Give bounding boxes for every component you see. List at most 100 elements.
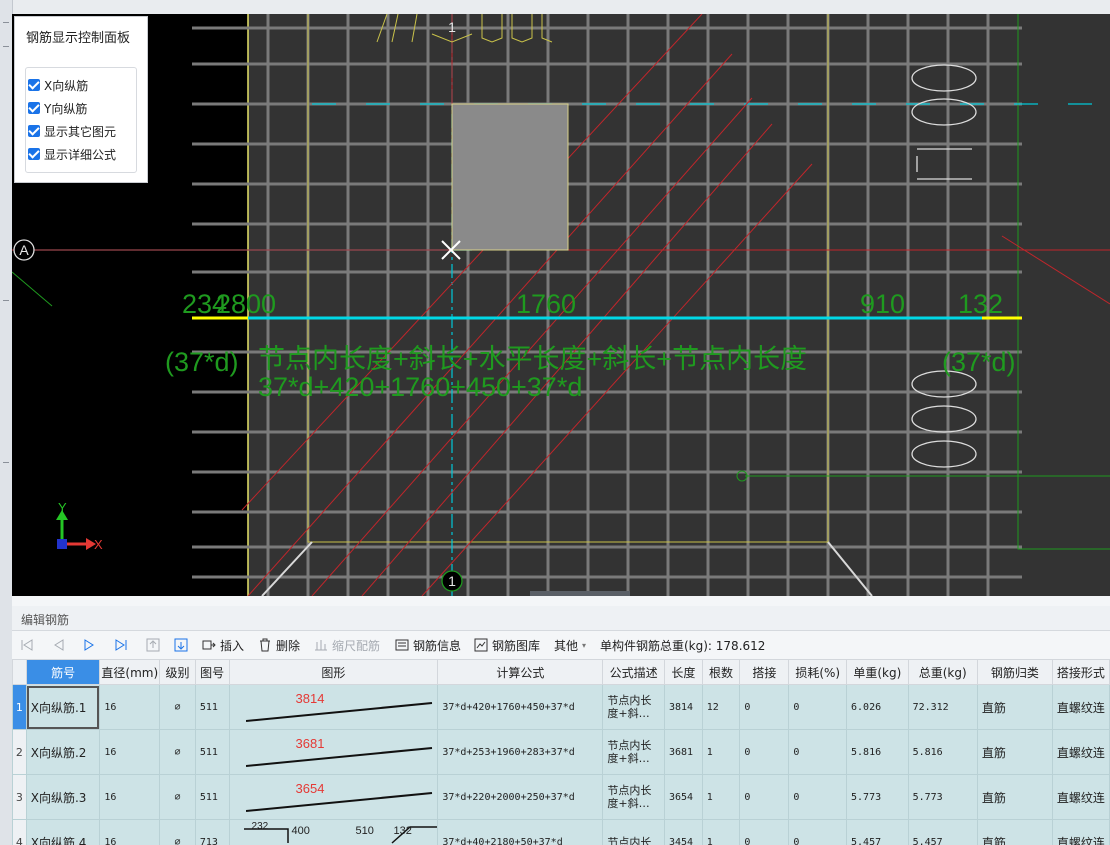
cell-description[interactable]: 节点内长度+斜…	[602, 684, 665, 730]
cad-viewport[interactable]: A 1 1 234 2800 1760 910 132 (37*d) (37*d…	[12, 14, 1110, 596]
scale-rebar-button[interactable]: 缩尺配筋	[314, 636, 380, 654]
cell-total-weight[interactable]: 5.816	[907, 729, 978, 775]
cell-loss[interactable]: 0	[788, 819, 848, 845]
col-header[interactable]: 级别	[159, 659, 196, 685]
checkbox-checked-icon[interactable]	[28, 148, 40, 160]
prev-button[interactable]	[52, 636, 66, 654]
cell-figure-no[interactable]: 511	[194, 684, 230, 730]
cell-lap[interactable]: 0	[739, 819, 790, 845]
cell-bar-name[interactable]: X向纵筋.2	[25, 729, 101, 775]
col-header[interactable]: 公式描述	[602, 659, 665, 685]
cell-category[interactable]: 直筋	[976, 774, 1053, 820]
col-header[interactable]: 筋号	[25, 659, 101, 685]
col-header[interactable]: 图号	[194, 659, 230, 685]
cell-lap-type[interactable]: 直螺纹连	[1051, 774, 1110, 820]
cell-bar-name[interactable]: X向纵筋.4	[25, 819, 101, 845]
cell-grade[interactable]: ⌀	[159, 684, 196, 730]
cell-unit-weight[interactable]: 5.773	[846, 774, 909, 820]
cell-formula[interactable]: 37*d+220+2000+250+37*d	[437, 774, 604, 820]
cell-description[interactable]: 节点内长	[602, 819, 665, 845]
table-row[interactable]: 3 X向纵筋.3 16 ⌀ 511 3654 37*d+220+2000+250…	[12, 774, 1110, 820]
cell-formula[interactable]: 37*d+420+1760+450+37*d	[437, 684, 604, 730]
cell-figure-no[interactable]: 713	[194, 819, 230, 845]
option-y-rebar[interactable]: Y向纵筋	[28, 99, 87, 117]
cell-bar-name[interactable]: X向纵筋.1	[25, 684, 101, 730]
col-header[interactable]: 根数	[701, 659, 741, 685]
insert-button[interactable]: 插入	[202, 636, 244, 654]
cell-unit-weight[interactable]: 5.816	[846, 729, 909, 775]
cell-lap-type[interactable]: 直螺纹连	[1051, 684, 1110, 730]
col-header[interactable]: 单重(kg)	[846, 659, 909, 685]
cell-description[interactable]: 节点内长度+斜…	[602, 729, 665, 775]
cell-loss[interactable]: 0	[788, 729, 848, 775]
col-header[interactable]: 损耗(%)	[788, 659, 848, 685]
cell-category[interactable]: 直筋	[976, 819, 1053, 845]
checkbox-checked-icon[interactable]	[28, 102, 40, 114]
other-dropdown[interactable]: 其他 ▾	[554, 636, 586, 654]
rebar-library-button[interactable]: 钢筋图库	[474, 636, 540, 654]
cell-grade[interactable]: ⌀	[159, 729, 196, 775]
col-header[interactable]: 计算公式	[437, 659, 604, 685]
cell-bar-name[interactable]: X向纵筋.3	[25, 774, 101, 820]
cell-diameter[interactable]: 16	[99, 774, 161, 820]
col-header[interactable]: 钢筋归类	[976, 659, 1053, 685]
col-header[interactable]: 搭接形式	[1051, 659, 1110, 685]
cell-category[interactable]: 直筋	[976, 729, 1053, 775]
cell-total-weight[interactable]: 72.312	[907, 684, 978, 730]
table-row[interactable]: 1 X向纵筋.1 16 ⌀ 511 3814 37*d+420+1760+450…	[12, 684, 1110, 730]
col-header[interactable]: 图形	[228, 659, 439, 685]
rebar-info-button[interactable]: 钢筋信息	[395, 636, 461, 654]
cell-figure-no[interactable]: 511	[194, 774, 230, 820]
first-button[interactable]	[20, 636, 34, 654]
cell-lap-type[interactable]: 直螺纹连	[1051, 729, 1110, 775]
cell-count[interactable]: 1	[701, 729, 741, 775]
cell-total-weight[interactable]: 5.457	[907, 819, 978, 845]
cell-shape[interactable]: 232 400 510 132	[228, 819, 439, 845]
cell-shape[interactable]: 3654	[228, 774, 439, 820]
cell-diameter[interactable]: 16	[99, 729, 161, 775]
cell-total-weight[interactable]: 5.773	[907, 774, 978, 820]
table-row[interactable]: 2 X向纵筋.2 16 ⌀ 511 3681 37*d+253+1960+283…	[12, 729, 1110, 775]
cell-count[interactable]: 1	[701, 774, 741, 820]
cell-category[interactable]: 直筋	[976, 684, 1053, 730]
row-number[interactable]: 2	[12, 729, 27, 775]
cell-lap[interactable]: 0	[739, 729, 790, 775]
cell-description[interactable]: 节点内长度+斜…	[602, 774, 665, 820]
cell-loss[interactable]: 0	[788, 774, 848, 820]
cell-count[interactable]: 1	[701, 819, 741, 845]
row-number[interactable]: 3	[12, 774, 27, 820]
cell-grade[interactable]: ⌀	[159, 774, 196, 820]
cell-count[interactable]: 12	[701, 684, 741, 730]
col-header[interactable]: 总重(kg)	[907, 659, 978, 685]
col-header[interactable]: 搭接	[739, 659, 790, 685]
cell-diameter[interactable]: 16	[99, 684, 161, 730]
cell-length[interactable]: 3454	[663, 819, 703, 845]
col-header[interactable]: 直径(mm)	[99, 659, 161, 685]
row-number[interactable]: 4	[12, 819, 27, 845]
next-button[interactable]	[82, 636, 96, 654]
option-other-elements[interactable]: 显示其它图元	[28, 122, 116, 140]
move-up-button[interactable]	[146, 636, 160, 654]
cell-grade[interactable]: ⌀	[159, 819, 196, 845]
cell-lap[interactable]: 0	[739, 684, 790, 730]
cell-formula[interactable]: 37*d+253+1960+283+37*d	[437, 729, 604, 775]
checkbox-checked-icon[interactable]	[28, 125, 40, 137]
option-x-rebar[interactable]: X向纵筋	[28, 76, 88, 94]
option-detailed-formula[interactable]: 显示详细公式	[28, 145, 116, 163]
cell-length[interactable]: 3654	[663, 774, 703, 820]
row-number[interactable]: 1	[12, 684, 27, 730]
last-button[interactable]	[114, 636, 128, 654]
cell-lap-type[interactable]: 直螺纹连	[1051, 819, 1110, 845]
cell-unit-weight[interactable]: 6.026	[846, 684, 909, 730]
col-header[interactable]: 长度	[663, 659, 703, 685]
cell-length[interactable]: 3814	[663, 684, 703, 730]
checkbox-checked-icon[interactable]	[28, 79, 40, 91]
cell-lap[interactable]: 0	[739, 774, 790, 820]
cell-shape[interactable]: 3814	[228, 684, 439, 730]
cell-shape[interactable]: 3681	[228, 729, 439, 775]
table-row[interactable]: 4 X向纵筋.4 16 ⌀ 713 232 400 510 132 37*d+4…	[12, 819, 1110, 845]
cell-length[interactable]: 3681	[663, 729, 703, 775]
cell-diameter[interactable]: 16	[99, 819, 161, 845]
cell-formula[interactable]: 37*d+40+2180+50+37*d	[437, 819, 604, 845]
move-down-button[interactable]	[174, 636, 188, 654]
